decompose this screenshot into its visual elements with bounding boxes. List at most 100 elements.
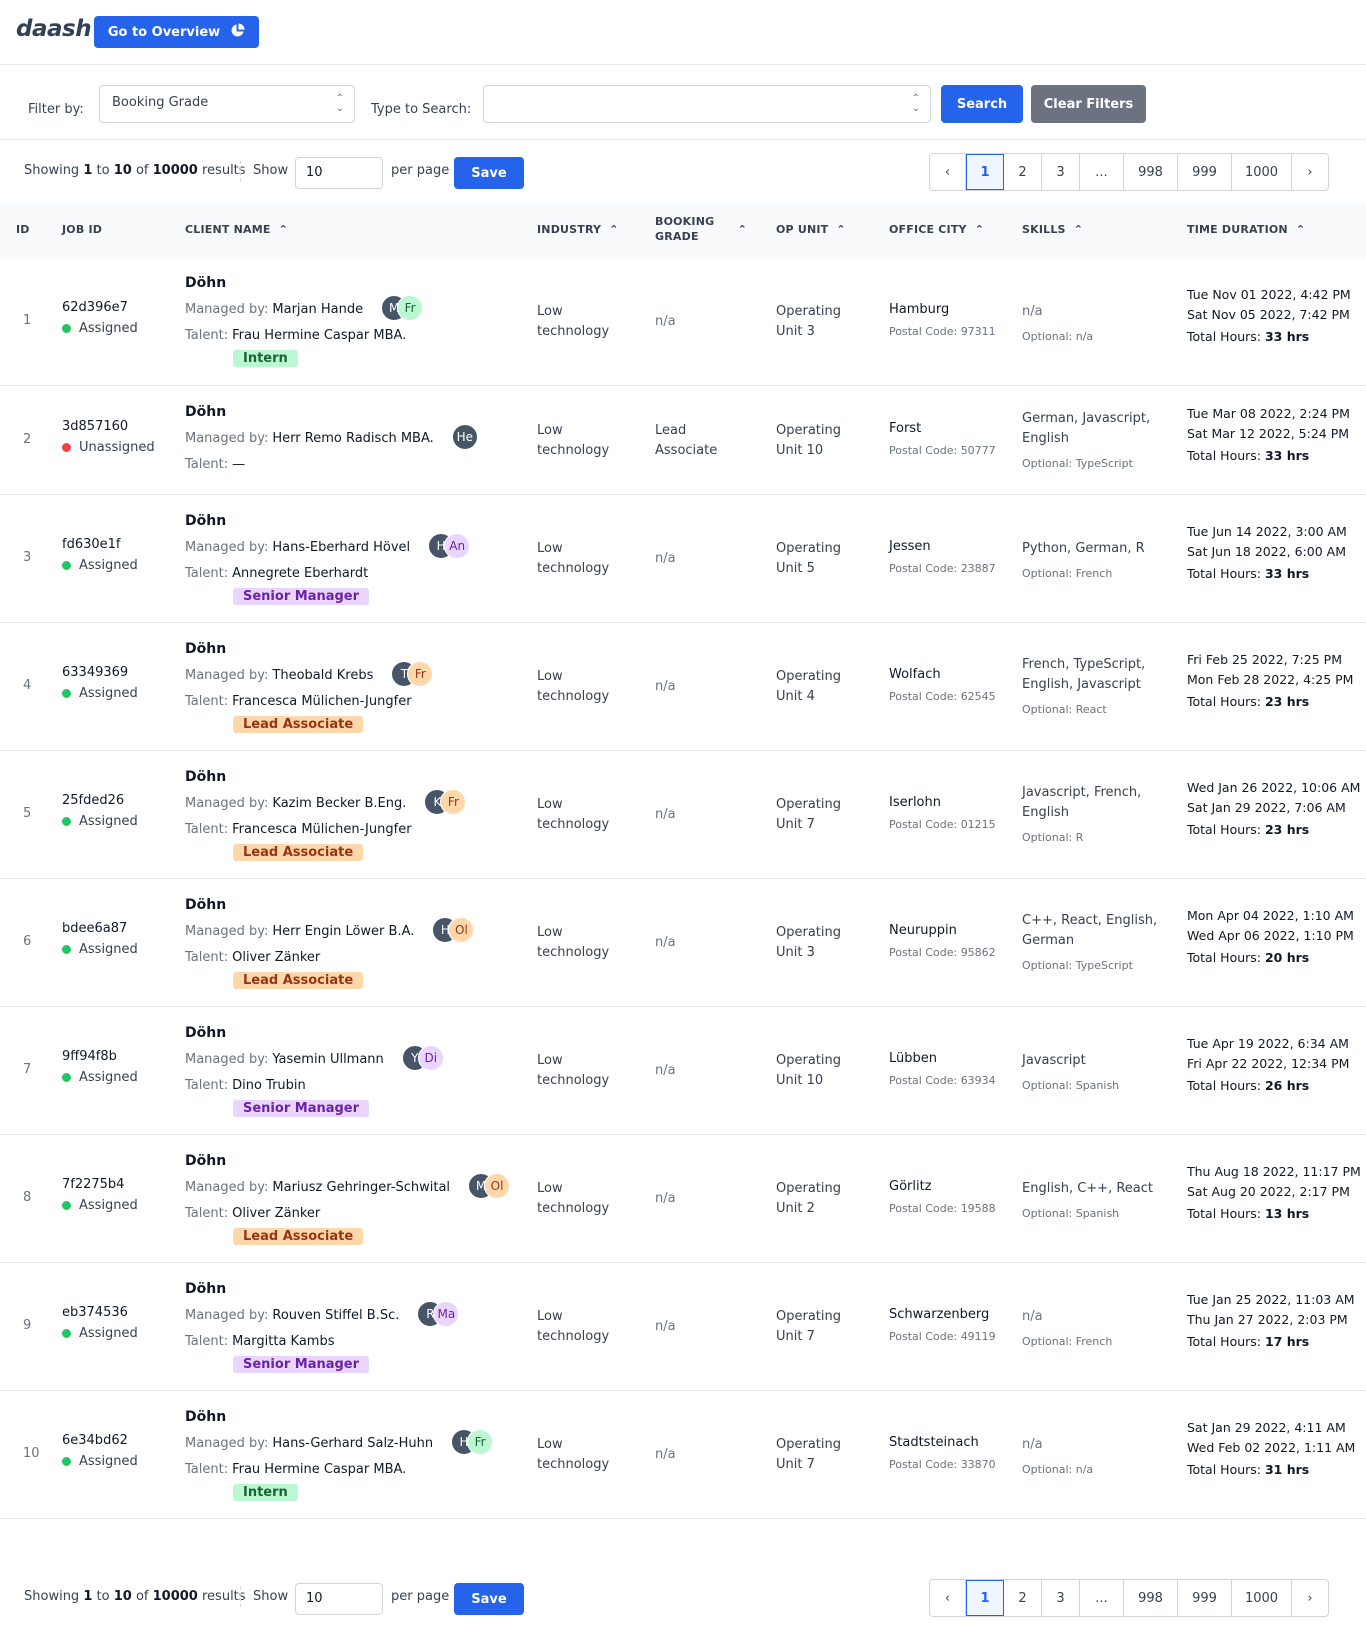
filter-by-select[interactable]: Booking Grade ⌃ ⌄ — [99, 85, 355, 123]
avatar[interactable]: Fr — [397, 295, 424, 321]
table-row[interactable]: 2 3d857160 Unassigned Döhn Managed by: Herr R… — [0, 386, 1366, 495]
page-998[interactable]: 998 — [1124, 154, 1178, 190]
prev-page-button[interactable]: ‹ — [930, 1580, 966, 1616]
page-998[interactable]: 998 — [1124, 1580, 1178, 1616]
avatar-group[interactable]: T Fr — [391, 661, 434, 687]
table-row[interactable]: 10 6e34bd62 Assigned Döhn Managed by: Hans-Ge… — [0, 1391, 1366, 1519]
avatar[interactable]: Ol — [484, 1173, 511, 1199]
status-text: Assigned — [79, 320, 138, 336]
avatar-group[interactable]: R Ma — [417, 1301, 460, 1327]
client-name[interactable]: Döhn — [185, 1025, 444, 1041]
page-1000[interactable]: 1000 — [1232, 154, 1292, 190]
table-row[interactable]: 9 eb374536 Assigned Döhn Managed by: Rouven S… — [0, 1263, 1366, 1391]
client-name[interactable]: Döhn — [185, 1409, 493, 1425]
table-row[interactable]: 8 7f2275b4 Assigned Döhn Managed by: Mariusz … — [0, 1135, 1366, 1263]
clear-filters-button[interactable]: Clear Filters — [1031, 85, 1146, 123]
sort-up-icon[interactable]: ⌃ — [738, 222, 747, 237]
col-time-duration[interactable]: TIME DURATION ⌃ — [1187, 201, 1305, 257]
job-id[interactable]: 3d857160 — [62, 419, 155, 434]
avatar[interactable]: He — [451, 424, 478, 450]
col-booking-grade[interactable]: BOOKING GRADE ⌃ — [655, 201, 747, 257]
manager-name: Marjan Hande — [272, 302, 364, 317]
job-id[interactable]: bdee6a87 — [62, 921, 138, 936]
table-row[interactable]: 5 25fded26 Assigned Döhn Managed by: Kazim Be… — [0, 751, 1366, 879]
avatar[interactable]: Di — [417, 1045, 444, 1071]
avatar-group[interactable]: Y Di — [401, 1045, 444, 1071]
sort-up-icon[interactable]: ⌃ — [609, 223, 618, 236]
avatar-group[interactable]: M Fr — [381, 295, 424, 321]
op-unit-line-1: Operating — [776, 303, 841, 319]
client-name[interactable]: Döhn — [185, 641, 433, 657]
client-name[interactable]: Döhn — [185, 1153, 510, 1169]
avatar[interactable]: An — [444, 533, 471, 559]
job-id[interactable]: 25fded26 — [62, 793, 138, 808]
per-page-input[interactable]: 10 — [295, 157, 383, 189]
booking-grade-cell: n/a — [655, 1061, 676, 1081]
sort-up-icon[interactable]: ⌃ — [279, 223, 288, 236]
client-name[interactable]: Döhn — [185, 897, 474, 913]
time-duration-cell: Mon Apr 04 2022, 1:10 AM Wed Apr 06 2022,… — [1187, 906, 1354, 968]
table-row[interactable]: 6 bdee6a87 Assigned Döhn Managed by: Herr Eng… — [0, 879, 1366, 1007]
table-row[interactable]: 4 63349369 Assigned Döhn Managed by: Theobald… — [0, 623, 1366, 751]
col-skills[interactable]: SKILLS ⌃ — [1022, 201, 1083, 257]
go-to-overview-button[interactable]: Go to Overview — [94, 16, 259, 48]
avatar[interactable]: Fr — [440, 789, 467, 815]
client-name[interactable]: Döhn — [185, 404, 478, 420]
page-999[interactable]: 999 — [1178, 1580, 1232, 1616]
page-999[interactable]: 999 — [1178, 154, 1232, 190]
sort-up-icon[interactable]: ⌃ — [975, 223, 984, 236]
avatar-group[interactable]: M Ol — [468, 1173, 511, 1199]
table-row[interactable]: 3 fd630e1f Assigned Döhn Managed by: Hans-Ebe… — [0, 495, 1366, 623]
col-client-name[interactable]: CLIENT NAME ⌃ — [185, 201, 288, 257]
col-industry[interactable]: INDUSTRY ⌃ — [537, 201, 619, 257]
client-name[interactable]: Döhn — [185, 769, 466, 785]
save-button[interactable]: Save — [454, 157, 524, 189]
avatar-group[interactable]: He — [451, 424, 478, 450]
client-name[interactable]: Döhn — [185, 275, 423, 291]
sort-up-icon[interactable]: ⌃ — [836, 223, 845, 236]
table-row[interactable]: 1 62d396e7 Assigned Döhn Managed by: Marjan H… — [0, 257, 1366, 386]
job-id[interactable]: 62d396e7 — [62, 300, 138, 315]
page-2[interactable]: 2 — [1004, 1580, 1042, 1616]
page-1[interactable]: 1 — [966, 1580, 1004, 1616]
sort-up-icon[interactable]: ⌃ — [1074, 223, 1083, 236]
avatar-group[interactable]: H An — [428, 533, 471, 559]
page-1000[interactable]: 1000 — [1232, 1580, 1292, 1616]
next-page-button[interactable]: › — [1292, 1580, 1328, 1616]
job-id[interactable]: 63349369 — [62, 665, 138, 680]
table-row[interactable]: 7 9ff94f8b Assigned Döhn Managed by: Yasemin … — [0, 1007, 1366, 1135]
page-2[interactable]: 2 — [1004, 154, 1042, 190]
save-button[interactable]: Save — [454, 1583, 524, 1615]
job-id[interactable]: fd630e1f — [62, 537, 138, 552]
avatar-group[interactable]: K Fr — [424, 789, 467, 815]
client-name[interactable]: Döhn — [185, 1281, 459, 1297]
job-id[interactable]: 7f2275b4 — [62, 1177, 138, 1192]
avatar[interactable]: Ma — [433, 1301, 460, 1327]
search-button[interactable]: Search — [941, 85, 1023, 123]
avatar-group[interactable]: H Ol — [432, 917, 475, 943]
per-page-input[interactable]: 10 — [295, 1583, 383, 1615]
client-name[interactable]: Döhn — [185, 513, 470, 529]
job-id[interactable]: 6e34bd62 — [62, 1433, 138, 1448]
avatar[interactable]: Fr — [407, 661, 434, 687]
job-id[interactable]: 9ff94f8b — [62, 1049, 138, 1064]
page-3[interactable]: 3 — [1042, 1580, 1080, 1616]
sort-up-icon[interactable]: ⌃ — [1296, 223, 1305, 236]
next-page-button[interactable]: › — [1292, 154, 1328, 190]
talent: Talent: Oliver Zänker — [185, 949, 474, 967]
page-3[interactable]: 3 — [1042, 154, 1080, 190]
talent: Talent: — — [185, 456, 478, 474]
job-id[interactable]: eb374536 — [62, 1305, 138, 1320]
page-1[interactable]: 1 — [966, 154, 1004, 190]
prev-page-button[interactable]: ‹ — [930, 154, 966, 190]
col-op-unit[interactable]: OP UNIT ⌃ — [776, 201, 846, 257]
col-office-city[interactable]: OFFICE CITY ⌃ — [889, 201, 984, 257]
search-input[interactable]: ⌃ ⌄ — [483, 85, 931, 123]
postal-code: Postal Code: 97311 — [889, 325, 996, 338]
optional-label: Optional: — [1022, 329, 1073, 343]
avatar[interactable]: Ol — [448, 917, 475, 943]
avatar[interactable]: Fr — [467, 1429, 494, 1455]
avatar-group[interactable]: H Fr — [451, 1429, 494, 1455]
optional-skills: Optional: Spanish — [1022, 1207, 1162, 1220]
op-unit-line-1: Operating — [776, 669, 841, 684]
